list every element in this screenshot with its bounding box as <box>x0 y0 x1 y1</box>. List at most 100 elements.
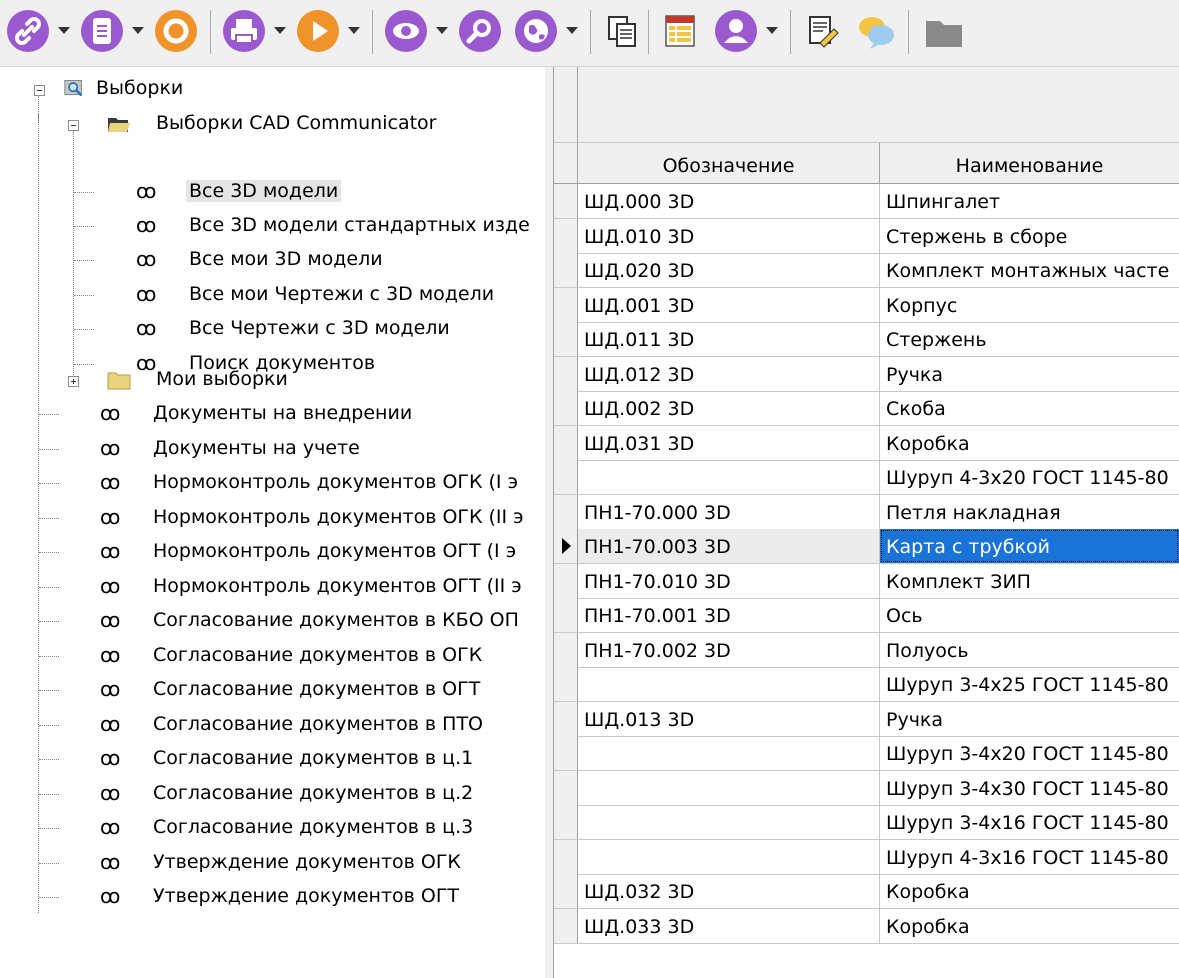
tree-item[interactable]: ꝏ Согласование документов в ц.2 <box>0 777 545 811</box>
cell-name[interactable]: Шпингалет <box>880 184 1179 218</box>
row-indicator[interactable] <box>554 770 578 805</box>
cell-designation[interactable]: ПН1-70.001 3D <box>578 598 880 632</box>
collapse-icon[interactable] <box>68 120 79 131</box>
play-dropdown-arrow[interactable] <box>348 27 360 34</box>
cell-name[interactable]: Шуруп 4-3x20 ГОСТ 1145-80 <box>880 460 1179 494</box>
cell-name[interactable]: Комплект монтажных часте <box>880 253 1179 287</box>
row-indicator[interactable] <box>554 908 578 943</box>
cell-designation[interactable]: ПН1-70.003 3D <box>578 529 880 563</box>
expand-icon[interactable] <box>68 376 79 387</box>
table-row[interactable]: ШД.001 3D Корпус <box>554 287 1179 323</box>
cell-name[interactable]: Коробка <box>880 426 1179 460</box>
collapse-icon[interactable] <box>34 85 45 96</box>
cell-designation[interactable]: ШД.012 3D <box>578 356 880 391</box>
tree-node-my-folder[interactable]: Мои выборки <box>0 363 545 397</box>
cell-designation[interactable] <box>578 770 880 805</box>
cell-designation[interactable] <box>578 805 880 839</box>
row-indicator[interactable] <box>554 701 578 736</box>
tree-item[interactable]: ꝏ Согласование документов в ПТО <box>0 708 545 742</box>
tree-item[interactable]: ꝏ Все Чертежи с 3D модели <box>0 312 545 346</box>
table-row[interactable]: ШД.031 3D Коробка <box>554 425 1179 461</box>
user-dropdown-arrow[interactable] <box>766 27 778 34</box>
column-header-name[interactable]: Наименование <box>880 143 1179 183</box>
copy-icon[interactable] <box>598 7 646 55</box>
table-row[interactable]: ПН1-70.003 3D Карта с трубкой <box>554 529 1179 564</box>
tree-item[interactable]: ꝏ Документы на учете <box>0 432 545 466</box>
tree-item[interactable]: ꝏ Согласование документов в ц.3 <box>0 811 545 845</box>
comment-icon[interactable] <box>852 7 900 55</box>
link-icon[interactable] <box>4 7 52 55</box>
table-row[interactable]: ШД.033 3D Коробка <box>554 908 1179 944</box>
tree-node-root[interactable]: Выборки <box>0 72 545 106</box>
tree-item[interactable]: ꝏ Нормоконтроль документов ОГК (I э <box>0 466 545 500</box>
user-icon[interactable] <box>712 7 760 55</box>
tree-item[interactable]: ꝏ Утверждение документов ОГК <box>0 846 545 880</box>
globe-dropdown-arrow[interactable] <box>566 27 578 34</box>
table-row[interactable]: ШД.020 3D Комплект монтажных часте <box>554 253 1179 288</box>
cell-name[interactable]: Шуруп 3-4x30 ГОСТ 1145-80 <box>880 771 1179 805</box>
table-row[interactable]: ШД.011 3D Стержень <box>554 322 1179 357</box>
cell-name[interactable]: Корпус <box>880 288 1179 322</box>
tree-item[interactable]: ꝏ Все мои Чертежи с 3D модели <box>0 278 545 312</box>
row-indicator[interactable] <box>554 322 578 356</box>
tree-item[interactable]: ꝏ Согласование документов в КБО ОП <box>0 604 545 638</box>
cell-name[interactable]: Шуруп 3-4x16 ГОСТ 1145-80 <box>880 805 1179 839</box>
tree-node-cad-folder[interactable]: Выборки CAD Communicator <box>0 107 545 141</box>
table-row[interactable]: ШД.010 3D Стержень в сборе <box>554 218 1179 254</box>
tree-item[interactable]: ꝏ Нормоконтроль документов ОГК (II э <box>0 501 545 535</box>
document-dropdown-arrow[interactable] <box>132 27 144 34</box>
table-row[interactable]: ШД.013 3D Ручка <box>554 701 1179 737</box>
table-row[interactable]: ПН1-70.010 3D Комплект ЗИП <box>554 563 1179 599</box>
tree-item[interactable]: ꝏ Согласование документов в ОГТ <box>0 673 545 707</box>
cell-name[interactable]: Коробка <box>880 909 1179 943</box>
row-indicator[interactable] <box>554 736 578 770</box>
cell-designation[interactable]: ШД.011 3D <box>578 322 880 356</box>
table-row[interactable]: ШД.002 3D Скоба <box>554 391 1179 426</box>
cell-designation[interactable] <box>578 839 880 874</box>
folder-icon[interactable] <box>920 7 968 55</box>
play-icon[interactable] <box>294 7 342 55</box>
splitter[interactable] <box>545 67 554 978</box>
cell-designation[interactable]: ШД.002 3D <box>578 391 880 425</box>
link-dropdown-arrow[interactable] <box>58 27 70 34</box>
table-row[interactable]: ПН1-70.001 3D Ось <box>554 598 1179 633</box>
cell-designation[interactable]: ШД.020 3D <box>578 253 880 287</box>
cell-name[interactable]: Стержень <box>880 322 1179 356</box>
cell-name[interactable]: Стержень в сборе <box>880 219 1179 253</box>
row-indicator[interactable] <box>554 184 578 218</box>
cell-designation[interactable] <box>578 667 880 701</box>
table-row[interactable]: ПН1-70.000 3D Петля накладная <box>554 494 1179 530</box>
row-indicator[interactable] <box>554 632 578 667</box>
row-indicator[interactable] <box>554 529 578 563</box>
cell-name[interactable]: Шуруп 3-4x20 ГОСТ 1145-80 <box>880 736 1179 770</box>
cell-designation[interactable]: ПН1-70.000 3D <box>578 494 880 529</box>
eye-icon[interactable] <box>382 7 430 55</box>
row-indicator[interactable] <box>554 494 578 529</box>
cell-name[interactable]: Полуось <box>880 633 1179 667</box>
row-indicator[interactable] <box>554 356 578 391</box>
cell-designation[interactable]: ШД.033 3D <box>578 908 880 943</box>
document-icon[interactable] <box>78 7 126 55</box>
tree-item[interactable]: ꝏ Согласование документов в ц.1 <box>0 742 545 776</box>
eye-dropdown-arrow[interactable] <box>436 27 448 34</box>
table-row[interactable]: Шуруп 3-4x25 ГОСТ 1145-80 <box>554 667 1179 702</box>
table-row[interactable]: ПН1-70.002 3D Полуось <box>554 632 1179 668</box>
row-indicator[interactable] <box>554 218 578 253</box>
report-icon[interactable] <box>656 7 704 55</box>
row-indicator[interactable] <box>554 839 578 874</box>
row-indicator[interactable] <box>554 805 578 839</box>
cell-name[interactable]: Скоба <box>880 391 1179 425</box>
row-indicator[interactable] <box>554 425 578 460</box>
table-row[interactable]: Шуруп 3-4x20 ГОСТ 1145-80 <box>554 736 1179 771</box>
tree-item[interactable]: ꝏ Все 3D модели стандартных изде <box>0 209 545 243</box>
refresh-icon[interactable] <box>152 7 200 55</box>
tree-item[interactable]: ꝏ Утверждение документов ОГТ <box>0 880 545 914</box>
cell-designation[interactable]: ШД.000 3D <box>578 184 880 218</box>
cell-name[interactable]: Ручка <box>880 357 1179 391</box>
cell-name[interactable]: Ось <box>880 598 1179 632</box>
cell-designation[interactable]: ПН1-70.002 3D <box>578 632 880 667</box>
tree-item-all-3d-models[interactable]: ꝏ Все 3D модели <box>0 175 545 209</box>
tree-item[interactable]: ꝏ Документы на внедрении <box>0 397 545 431</box>
tree-item[interactable]: ꝏ Нормоконтроль документов ОГТ (I э <box>0 535 545 569</box>
edit-document-icon[interactable] <box>798 7 846 55</box>
